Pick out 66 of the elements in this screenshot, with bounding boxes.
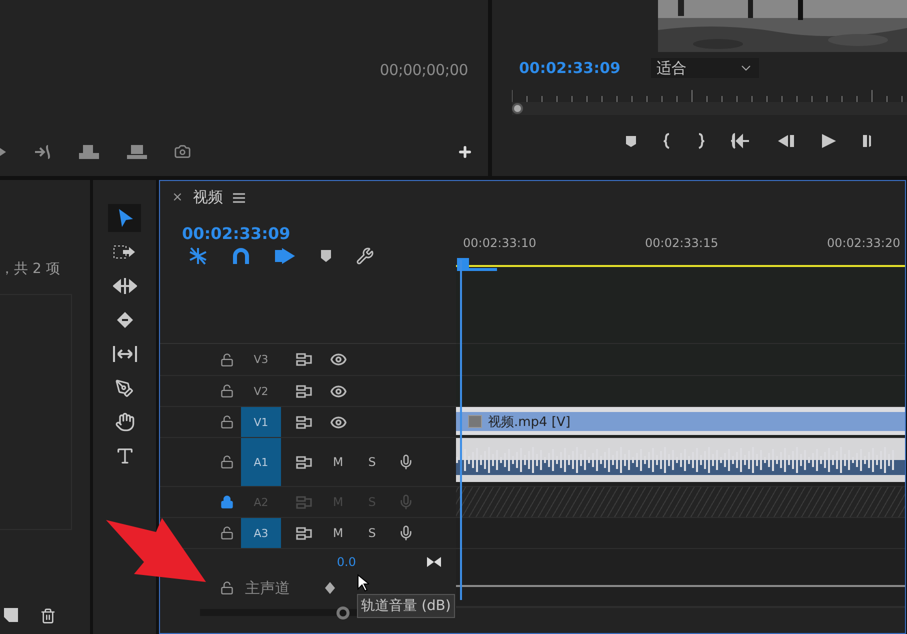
nest-icon[interactable] (188, 247, 208, 265)
video-clip[interactable]: 视频.mp4 [V] (456, 407, 905, 435)
master-track-label: 主声道 (245, 578, 290, 598)
eye-icon[interactable] (330, 382, 347, 400)
microphone-icon[interactable] (398, 454, 414, 470)
sequence-tab[interactable]: 视频 (192, 188, 223, 207)
play-icon[interactable] (821, 133, 837, 149)
selection-tool[interactable] (108, 204, 141, 232)
scrub-thumb[interactable] (512, 103, 523, 114)
eye-icon[interactable] (330, 351, 347, 368)
solo-toggle[interactable]: S (364, 526, 380, 540)
wrench-icon[interactable] (356, 247, 374, 265)
sync-lock-icon[interactable] (296, 526, 312, 540)
item-count: ，共 2 项 (0, 260, 61, 278)
clip-name: 视频.mp4 [V] (488, 414, 570, 430)
sync-lock-icon[interactable] (296, 456, 312, 468)
mouse-cursor-icon (357, 574, 369, 592)
track-target[interactable]: V2 (241, 376, 281, 406)
mark-in-icon[interactable] (663, 133, 671, 149)
sync-lock-icon[interactable] (296, 353, 312, 366)
sync-lock-icon[interactable] (296, 384, 312, 398)
hand-icon (114, 412, 134, 432)
menu-icon[interactable] (232, 192, 245, 202)
track-select-icon (112, 244, 136, 260)
track-target[interactable]: A1 (241, 438, 281, 486)
marker-icon[interactable] (625, 134, 637, 148)
track-target[interactable]: V3 (241, 344, 281, 375)
track-target[interactable]: V1 (241, 407, 281, 437)
playhead-timecode[interactable]: 00:02:33:09 (519, 59, 620, 77)
solo-toggle[interactable]: S (364, 455, 380, 469)
volume-value[interactable]: 0.0 (336, 555, 356, 569)
add-icon[interactable] (457, 144, 473, 160)
magnet-icon[interactable] (232, 247, 250, 265)
source-timecode: 00;00;00;00 (380, 61, 468, 79)
keyframe-icon[interactable] (324, 581, 336, 595)
mute-toggle[interactable]: M (330, 455, 346, 469)
marker-icon[interactable] (320, 249, 332, 263)
sequence-timecode[interactable]: 00:02:33:09 (182, 224, 456, 243)
tooltip: 轨道音量 (dB) (357, 594, 455, 618)
close-icon[interactable]: × (172, 190, 183, 205)
insert-icon[interactable] (34, 144, 52, 158)
trash-icon[interactable] (40, 608, 56, 624)
bowtie-icon[interactable] (426, 556, 442, 568)
mark-out-icon[interactable] (697, 133, 705, 149)
pen-icon (115, 378, 134, 398)
go-to-in-icon[interactable] (731, 133, 751, 149)
step-back-icon[interactable] (777, 134, 795, 148)
overwrite-icon[interactable] (126, 144, 148, 160)
linked-selection-icon[interactable] (274, 247, 296, 265)
ripple-edit-icon (112, 277, 136, 295)
play-icon[interactable] (0, 146, 8, 158)
fx-badge-icon (468, 415, 482, 428)
zoom-dropdown[interactable]: 适合 (650, 58, 758, 78)
razor-icon (114, 310, 134, 330)
text-icon (114, 446, 134, 466)
slip-icon (112, 345, 138, 363)
track-target[interactable]: A3 (241, 518, 281, 548)
new-item-icon[interactable] (4, 608, 18, 624)
export-frame-icon[interactable] (78, 144, 100, 160)
eye-icon[interactable] (330, 414, 347, 430)
camera-icon[interactable] (174, 143, 191, 160)
microphone-icon[interactable] (398, 525, 414, 541)
step-forward-icon[interactable] (863, 134, 871, 148)
chevron-icon (740, 65, 750, 71)
sync-lock-icon[interactable] (296, 416, 312, 428)
mute-toggle[interactable]: M (330, 526, 346, 540)
